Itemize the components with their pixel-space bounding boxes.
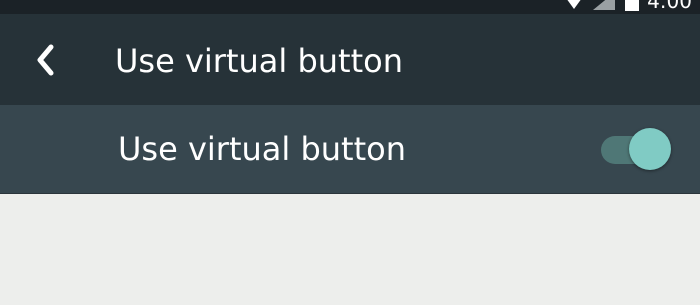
status-time: 4:00 — [647, 0, 692, 13]
content-area — [0, 194, 700, 305]
wifi-icon — [567, 0, 581, 9]
toggle-thumb — [629, 128, 671, 170]
app-bar: Use virtual button — [0, 14, 700, 105]
battery-icon — [625, 0, 640, 11]
back-arrow-icon — [37, 44, 54, 76]
setting-row-use-virtual-button[interactable]: Use virtual button — [0, 105, 700, 194]
back-button[interactable] — [24, 38, 68, 82]
virtual-button-toggle[interactable] — [600, 127, 676, 173]
status-bar: 4:00 — [0, 0, 700, 14]
page-title: Use virtual button — [115, 42, 403, 80]
setting-label: Use virtual button — [118, 130, 406, 168]
cell-signal-icon — [593, 0, 616, 10]
status-icons: 4:00 — [565, 0, 692, 11]
